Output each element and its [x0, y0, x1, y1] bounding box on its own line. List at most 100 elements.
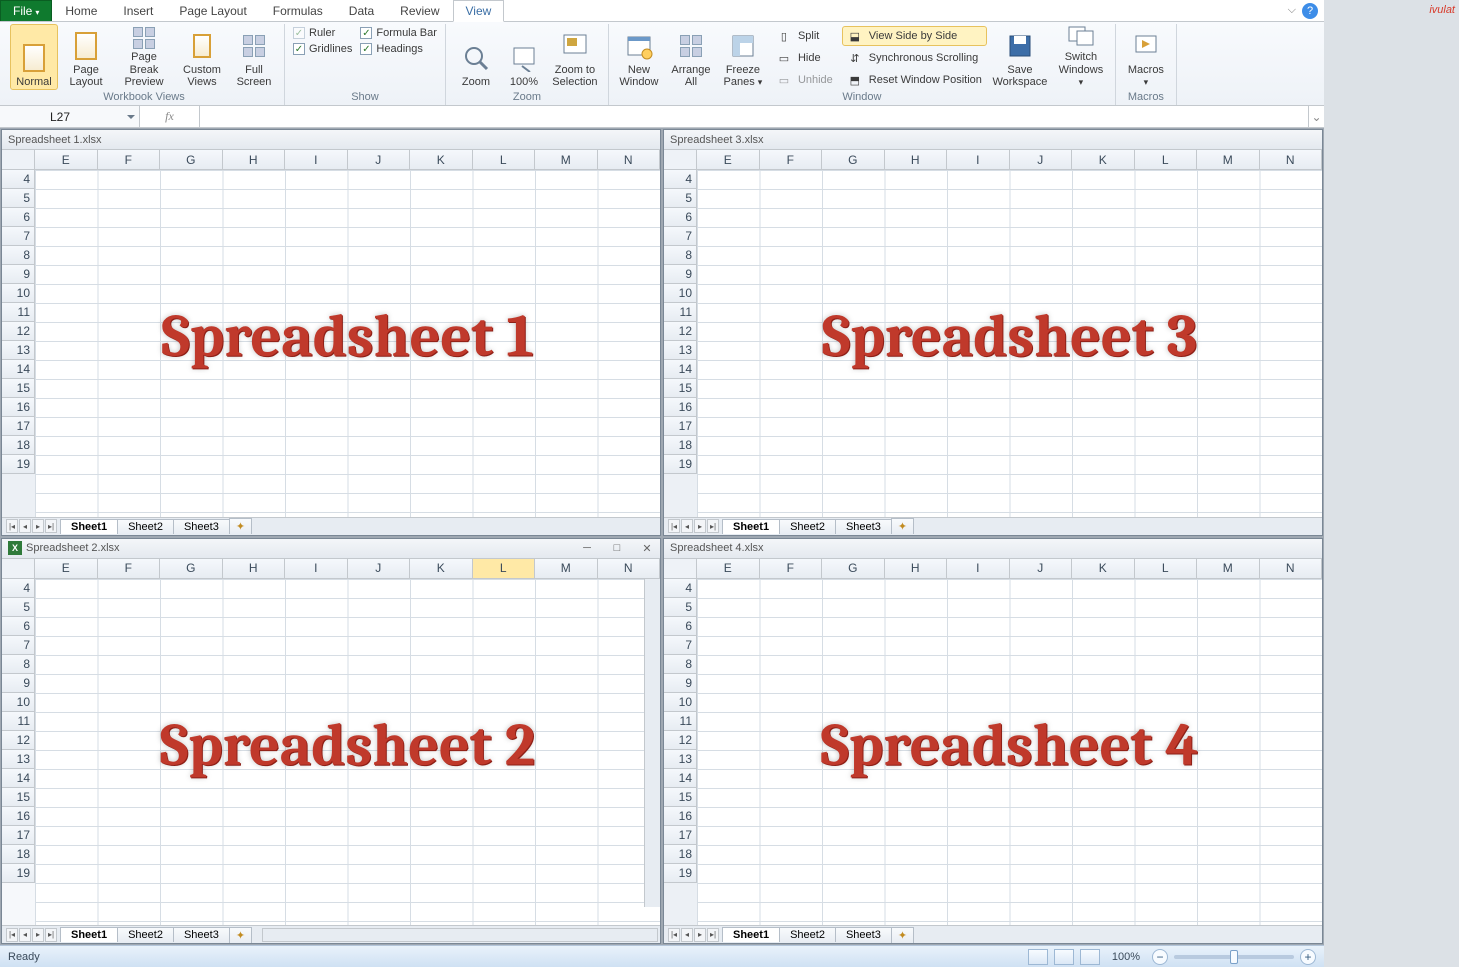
row-header[interactable]: 17 [2, 417, 35, 436]
column-header[interactable]: E [35, 559, 98, 579]
row-header[interactable]: 11 [2, 712, 35, 731]
window-title-bar[interactable]: Spreadsheet 2.xlsx─□✕ [2, 539, 660, 559]
row-header[interactable]: 14 [2, 360, 35, 379]
window-title-bar[interactable]: Spreadsheet 3.xlsx [664, 130, 1322, 150]
formula-bar-checkbox[interactable]: ✓Formula Bar [358, 26, 439, 40]
column-header[interactable]: N [1260, 150, 1323, 170]
full-screen-button[interactable]: Full Screen [230, 24, 278, 90]
column-header[interactable]: H [223, 559, 286, 579]
column-header[interactable]: I [947, 150, 1010, 170]
row-header[interactable]: 14 [664, 769, 697, 788]
row-header[interactable]: 11 [664, 303, 697, 322]
tab-page-layout[interactable]: Page Layout [166, 0, 259, 21]
sheet-tab[interactable]: Sheet1 [722, 519, 780, 534]
sheet-nav-prev[interactable]: ◂ [19, 928, 31, 942]
row-header[interactable]: 19 [2, 455, 35, 474]
row-header[interactable]: 8 [664, 246, 697, 265]
zoom-button[interactable]: Zoom [452, 24, 500, 90]
tab-review[interactable]: Review [387, 0, 452, 21]
sheet-tab[interactable]: Sheet1 [60, 927, 118, 942]
unhide-button[interactable]: ▭Unhide [771, 70, 838, 90]
row-header[interactable]: 8 [664, 655, 697, 674]
sheet-tab[interactable]: Sheet3 [835, 519, 892, 534]
select-all-corner[interactable] [664, 559, 697, 579]
column-header[interactable]: M [535, 559, 598, 579]
row-header[interactable]: 5 [2, 598, 35, 617]
row-header[interactable]: 10 [2, 693, 35, 712]
row-header[interactable]: 8 [2, 246, 35, 265]
row-header[interactable]: 7 [2, 227, 35, 246]
minimize-ribbon-icon[interactable]: ⌵ [1288, 4, 1296, 17]
ruler-checkbox[interactable]: ✓Ruler [291, 26, 354, 40]
tab-formulas[interactable]: Formulas [260, 0, 336, 21]
row-header[interactable]: 9 [664, 265, 697, 284]
cells[interactable]: Spreadsheet 3 [697, 170, 1322, 517]
row-header[interactable]: 5 [664, 598, 697, 617]
column-header[interactable]: K [1072, 150, 1135, 170]
sheet-nav-next[interactable]: ▸ [694, 519, 706, 533]
hide-button[interactable]: ▭Hide [771, 48, 838, 68]
row-header[interactable]: 15 [2, 379, 35, 398]
row-header[interactable]: 19 [664, 455, 697, 474]
column-header[interactable]: E [697, 559, 760, 579]
new-sheet-tab[interactable]: ✦ [229, 518, 252, 534]
sheet-nav-prev[interactable]: ◂ [19, 519, 31, 533]
column-header[interactable]: G [822, 559, 885, 579]
column-header[interactable]: N [598, 150, 661, 170]
row-header[interactable]: 6 [664, 208, 697, 227]
page-break-preview-button[interactable]: Page Break Preview [114, 24, 174, 90]
formula-input[interactable] [200, 106, 1308, 127]
select-all-corner[interactable] [664, 150, 697, 170]
row-header[interactable]: 9 [2, 674, 35, 693]
tab-file[interactable]: File▾ [0, 0, 52, 21]
sheet-tab[interactable]: Sheet1 [60, 519, 118, 534]
sheet-nav-prev[interactable]: ◂ [681, 928, 693, 942]
row-header[interactable]: 17 [2, 826, 35, 845]
zoom-out-button[interactable]: − [1152, 949, 1168, 965]
page-layout-view-button[interactable] [1054, 949, 1074, 965]
freeze-panes-button[interactable]: Freeze Panes ▾ [719, 24, 767, 90]
column-header[interactable]: K [410, 150, 473, 170]
zoom-in-button[interactable]: + [1300, 949, 1316, 965]
column-header[interactable]: M [535, 150, 598, 170]
sheet-nav-last[interactable]: ▸| [45, 519, 57, 533]
row-header[interactable]: 5 [664, 189, 697, 208]
window-title-bar[interactable]: Spreadsheet 1.xlsx [2, 130, 660, 150]
vertical-scrollbar[interactable] [644, 579, 660, 908]
row-header[interactable]: 19 [2, 864, 35, 883]
column-header[interactable]: N [598, 559, 661, 579]
select-all-corner[interactable] [2, 559, 35, 579]
column-header[interactable]: F [98, 150, 161, 170]
row-header[interactable]: 4 [664, 170, 697, 189]
sheet-tab[interactable]: Sheet2 [117, 927, 174, 942]
row-header[interactable]: 16 [664, 398, 697, 417]
column-header[interactable]: I [285, 559, 348, 579]
column-header[interactable]: J [348, 150, 411, 170]
sheet-nav-last[interactable]: ▸| [45, 928, 57, 942]
row-header[interactable]: 14 [2, 769, 35, 788]
custom-views-button[interactable]: Custom Views [178, 24, 226, 90]
cells[interactable]: Spreadsheet 1 [35, 170, 660, 517]
minimize-icon[interactable]: ─ [580, 542, 594, 555]
window-title-bar[interactable]: Spreadsheet 4.xlsx [664, 539, 1322, 559]
new-sheet-tab[interactable]: ✦ [229, 927, 252, 943]
row-header[interactable]: 12 [664, 731, 697, 750]
cells[interactable]: Spreadsheet 2 [35, 579, 660, 926]
tab-home[interactable]: Home [52, 0, 110, 21]
sheet-nav-first[interactable]: |◂ [668, 519, 680, 533]
zoom-100-button[interactable]: 100% [504, 24, 544, 90]
row-header[interactable]: 4 [2, 170, 35, 189]
row-header[interactable]: 17 [664, 417, 697, 436]
view-side-by-side-button[interactable]: ⬓View Side by Side [842, 26, 987, 46]
sheet-tab[interactable]: Sheet2 [779, 519, 836, 534]
help-icon[interactable]: ? [1302, 3, 1318, 19]
column-header[interactable]: H [885, 150, 948, 170]
normal-button[interactable]: Normal [10, 24, 58, 90]
row-header[interactable]: 10 [2, 284, 35, 303]
row-header[interactable]: 16 [664, 807, 697, 826]
row-header[interactable]: 9 [2, 265, 35, 284]
column-header[interactable]: L [1135, 150, 1198, 170]
maximize-icon[interactable]: □ [610, 542, 624, 555]
row-header[interactable]: 14 [664, 360, 697, 379]
sheet-nav-first[interactable]: |◂ [668, 928, 680, 942]
